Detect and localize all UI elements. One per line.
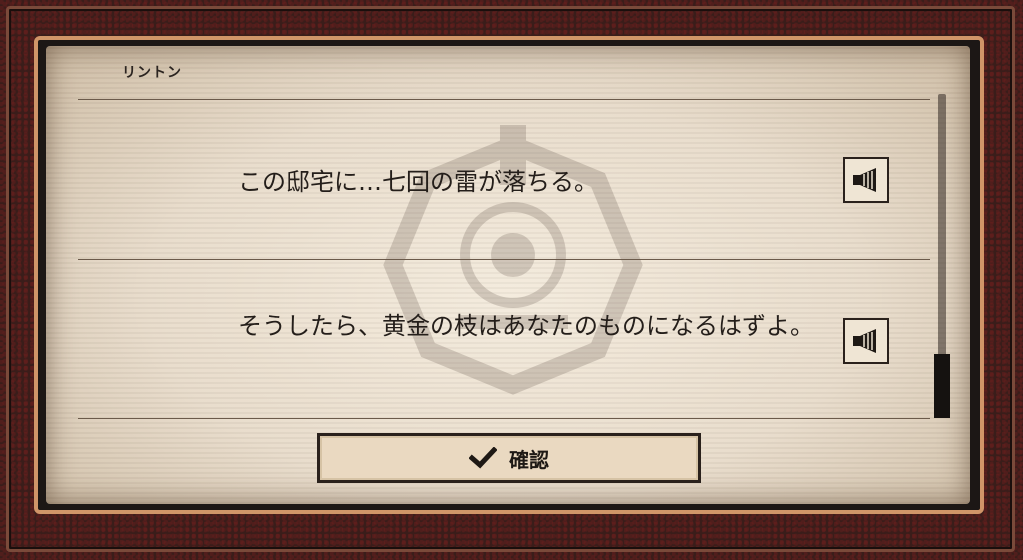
- divider: [78, 259, 930, 260]
- speaker-icon: [853, 329, 876, 353]
- confirm-button[interactable]: 確認: [317, 433, 701, 483]
- divider: [78, 99, 930, 100]
- dialog-line-text: そうしたら、黄金の枝はあなたのものになるはずよ。: [238, 312, 814, 340]
- confirm-label: 確認: [509, 447, 549, 472]
- check-icon: [469, 447, 497, 469]
- dialog-line-text: この邸宅に…七回の雷が落ちる。: [238, 168, 598, 196]
- emblem-watermark: [383, 125, 643, 395]
- speaker-name: リントン: [122, 65, 182, 81]
- divider: [78, 418, 930, 419]
- scrollbar-thumb[interactable]: [934, 354, 950, 418]
- voice-replay-button[interactable]: [843, 318, 889, 364]
- speaker-icon: [853, 168, 876, 192]
- voice-replay-button[interactable]: [843, 157, 889, 203]
